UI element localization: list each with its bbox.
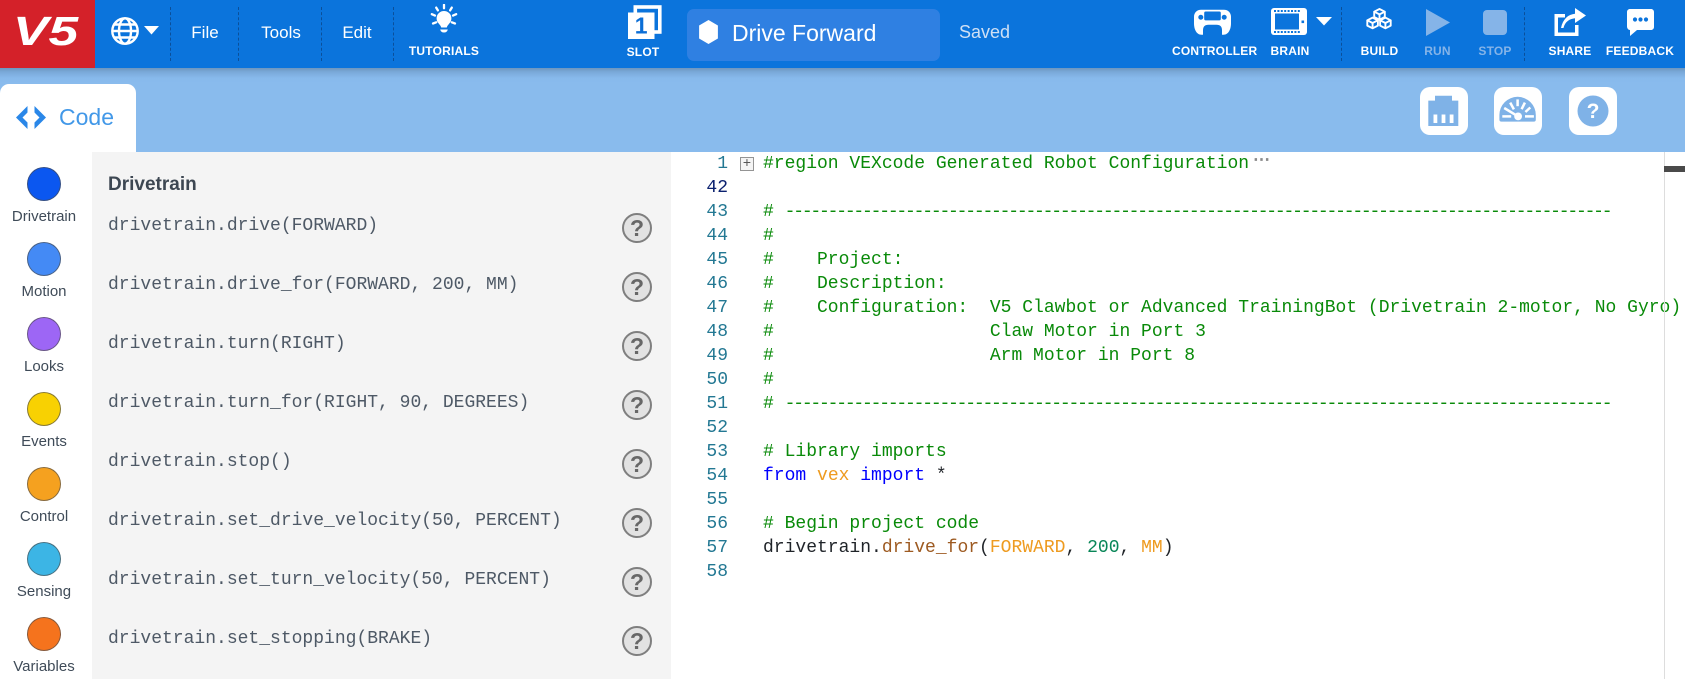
svg-text:1: 1: [635, 13, 648, 39]
svg-text:?: ?: [1587, 100, 1600, 123]
